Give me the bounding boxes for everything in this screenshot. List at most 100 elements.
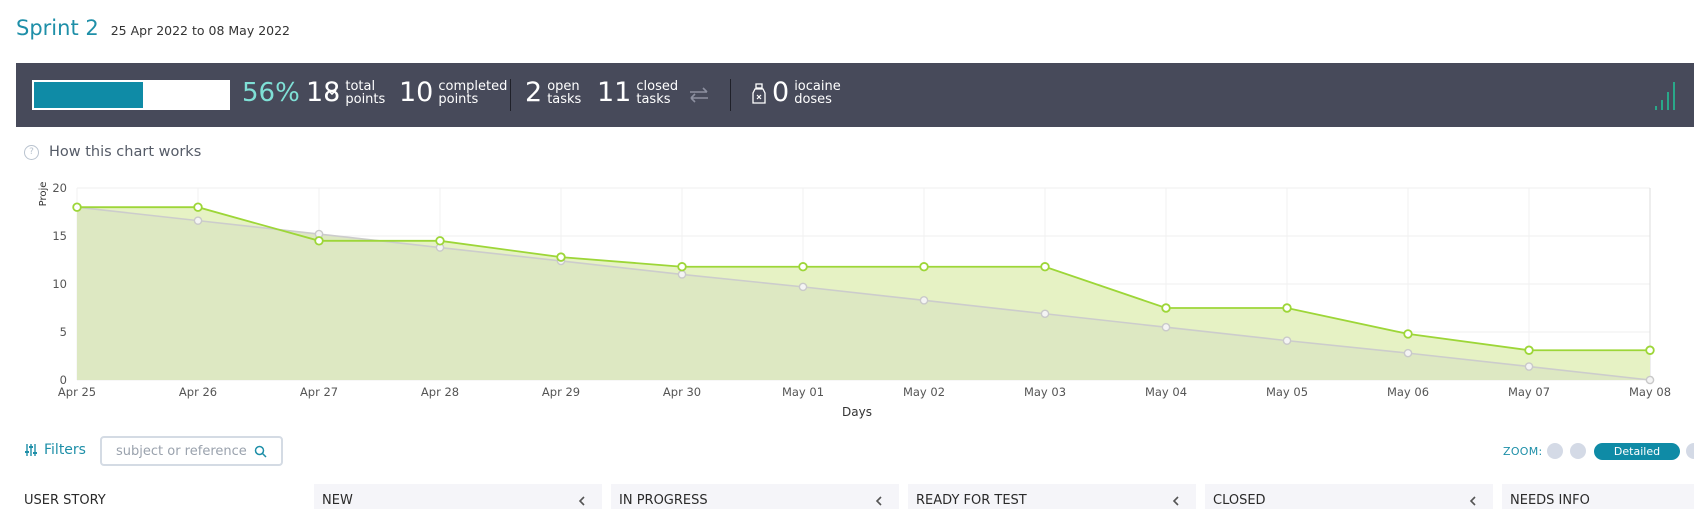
stats-divider xyxy=(510,79,511,111)
actual-point xyxy=(677,262,687,272)
total-points-value: 18 xyxy=(306,77,341,108)
column-closed: CLOSED xyxy=(1205,484,1493,509)
closed-tasks-label: closed tasks xyxy=(636,79,679,107)
open-tasks-value: 2 xyxy=(525,77,543,108)
column-title: NEW xyxy=(322,493,353,508)
ideal-point xyxy=(1282,336,1292,345)
actual-point xyxy=(193,202,203,212)
iocaine-doses-stat: 0 iocaine doses xyxy=(772,77,841,109)
x-axis-label: Days xyxy=(842,405,872,419)
zoom-level-1[interactable] xyxy=(1547,443,1563,459)
actual-point xyxy=(314,236,324,246)
ideal-point xyxy=(1161,322,1171,332)
sliders-icon xyxy=(25,444,37,456)
x-tick-label: Apr 25 xyxy=(58,385,96,399)
actual-point xyxy=(435,236,445,246)
open-tasks-label: open tasks xyxy=(547,79,582,107)
zoom-level-2[interactable] xyxy=(1570,443,1586,459)
column-in-progress: IN PROGRESS xyxy=(611,484,899,509)
chevron-left-icon[interactable] xyxy=(578,496,586,506)
column-new: NEW xyxy=(314,484,602,509)
actual-point xyxy=(556,252,566,262)
chevron-left-icon[interactable] xyxy=(1172,496,1180,506)
completed-points-stat: 10 completed points xyxy=(399,77,507,109)
x-tick-label: May 06 xyxy=(1387,385,1429,399)
x-tick-label: May 03 xyxy=(1024,385,1066,399)
column-title: NEEDS INFO xyxy=(1510,493,1590,508)
stats-divider xyxy=(730,79,731,111)
actual-point xyxy=(1645,345,1655,355)
x-tick-label: Apr 30 xyxy=(663,385,701,399)
column-user-story: USER STORY xyxy=(24,493,106,508)
y-axis-ticks: 0 5 10 15 20 xyxy=(52,181,67,387)
filters-label: Filters xyxy=(44,442,86,458)
question-icon: ? xyxy=(24,144,39,160)
x-tick-label: May 02 xyxy=(903,385,945,399)
sprint-progress-bar xyxy=(32,80,230,110)
completed-points-value: 10 xyxy=(399,77,434,108)
column-ready-for-test: READY FOR TEST xyxy=(908,484,1196,509)
iocaine-bottle-icon xyxy=(752,83,766,104)
swap-arrows-icon[interactable] xyxy=(688,85,710,105)
actual-point xyxy=(1161,303,1171,313)
x-tick-label: Apr 28 xyxy=(421,385,459,399)
x-tick-label: Apr 27 xyxy=(300,385,338,399)
x-tick-label: Apr 29 xyxy=(542,385,580,399)
column-needs-info: NEEDS INFO xyxy=(1502,484,1694,509)
ideal-point xyxy=(919,296,929,305)
y-tick-label: 5 xyxy=(60,325,67,339)
zoom-label: ZOOM: xyxy=(1503,445,1543,458)
x-tick-label: May 04 xyxy=(1145,385,1187,399)
progress-percent: 56% xyxy=(242,78,300,108)
ideal-point xyxy=(193,216,203,225)
sprint-stats-bar: 56% 18 total points 10 completed points 2 … xyxy=(16,63,1694,127)
y-tick-label: 10 xyxy=(52,277,67,291)
closed-tasks-stat: 11 closed tasks xyxy=(597,77,678,109)
actual-point xyxy=(1282,303,1292,313)
search-input[interactable] xyxy=(116,443,254,459)
ideal-point xyxy=(1403,348,1413,358)
actual-point xyxy=(1040,262,1050,272)
y-tick-label: 15 xyxy=(52,229,67,243)
sprint-dates: 25 Apr 2022 to 08 May 2022 xyxy=(110,23,291,38)
actual-point xyxy=(919,262,929,272)
search-icon[interactable] xyxy=(254,445,267,458)
ideal-point xyxy=(798,282,808,292)
total-points-stat: 18 total points xyxy=(306,77,385,109)
filters-button[interactable]: Filters xyxy=(24,442,86,458)
actual-point xyxy=(1403,329,1413,339)
taskboard-header: USER STORY NEW IN PROGRESS READY FOR TES… xyxy=(16,484,1694,509)
y-tick-label: 20 xyxy=(52,181,67,195)
x-tick-label: Apr 26 xyxy=(179,385,217,399)
closed-tasks-value: 11 xyxy=(597,77,632,108)
y-tick-label: 0 xyxy=(60,373,67,387)
x-tick-label: May 08 xyxy=(1629,385,1671,399)
how-chart-works-label: How this chart works xyxy=(49,144,202,160)
completed-points-label: completed points xyxy=(438,79,508,107)
x-tick-label: May 07 xyxy=(1508,385,1550,399)
column-title: READY FOR TEST xyxy=(916,493,1027,508)
sprint-title: Sprint 2 xyxy=(16,16,99,40)
ideal-point xyxy=(1040,309,1050,319)
chevron-left-icon[interactable] xyxy=(1469,496,1477,506)
signal-bars-icon[interactable] xyxy=(1654,78,1678,112)
ideal-point xyxy=(1524,362,1534,371)
chevron-left-icon[interactable] xyxy=(875,496,883,506)
column-title: IN PROGRESS xyxy=(619,493,708,508)
iocaine-doses-label: iocaine doses xyxy=(794,79,841,107)
actual-point xyxy=(1524,345,1534,355)
search-box[interactable] xyxy=(100,436,283,466)
zoom-level-detailed[interactable]: Detailed xyxy=(1594,443,1680,460)
x-tick-label: May 05 xyxy=(1266,385,1308,399)
ideal-point xyxy=(677,270,687,279)
x-axis-ticks: Apr 25 Apr 26 Apr 27 Apr 28 Apr 29 Apr 30 May … xyxy=(58,385,1671,399)
ideal-point xyxy=(1645,375,1655,385)
how-chart-works-link[interactable]: ? How this chart works xyxy=(24,144,201,160)
sprint-header: Sprint 2 25 Apr 2022 to 08 May 2022 xyxy=(16,16,290,46)
zoom-level-4[interactable] xyxy=(1686,443,1694,459)
x-tick-label: May 01 xyxy=(782,385,824,399)
burndown-chart: Apr 25 Apr 26 Apr 27 Apr 28 Apr 29 Apr 30 May … xyxy=(38,181,1671,419)
total-points-label: total points xyxy=(345,79,386,107)
iocaine-doses-value: 0 xyxy=(772,77,790,108)
actual-point xyxy=(798,262,808,272)
